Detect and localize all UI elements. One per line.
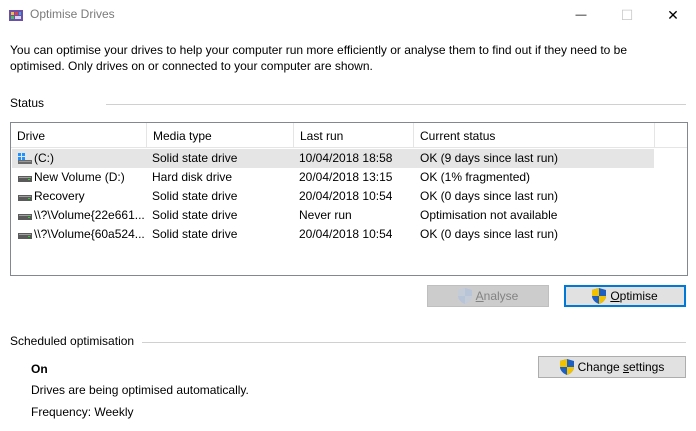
last-run: 10/04/2018 18:58 xyxy=(299,151,393,165)
scheduled-group-label: Scheduled optimisation xyxy=(10,334,135,348)
minimize-icon: — xyxy=(575,9,587,21)
column-header-drive[interactable]: Drive xyxy=(11,123,147,147)
system-drive-icon xyxy=(18,153,32,164)
drive-row-recovery[interactable]: Recovery Solid state drive 20/04/2018 10… xyxy=(12,187,654,206)
last-run: 20/04/2018 10:54 xyxy=(299,227,393,241)
last-run: 20/04/2018 13:15 xyxy=(299,170,393,184)
drive-name: \\?\Volume{60a524... xyxy=(34,227,145,241)
column-header-current-status[interactable]: Current status xyxy=(414,123,655,147)
drive-icon xyxy=(18,195,32,201)
schedule-frequency: Frequency: Weekly xyxy=(31,405,134,419)
media-type: Solid state drive xyxy=(152,189,238,203)
drive-name: New Volume (D:) xyxy=(34,170,125,184)
uac-shield-icon xyxy=(457,288,472,304)
change-settings-button[interactable]: Change settings xyxy=(538,356,686,378)
drives-list[interactable]: Drive Media type Last run Current status… xyxy=(10,122,688,276)
drive-row-c[interactable]: (C:) Solid state drive 10/04/2018 18:58 … xyxy=(12,149,654,168)
drive-row-volume-22e661[interactable]: \\?\Volume{22e661... Solid state drive N… xyxy=(12,206,654,225)
drive-name: Recovery xyxy=(34,189,85,203)
drive-icon xyxy=(18,176,32,182)
current-status: OK (9 days since last run) xyxy=(420,151,559,165)
drive-icon xyxy=(18,233,32,239)
defrag-app-icon xyxy=(9,10,23,21)
maximize-icon: ☐ xyxy=(620,6,634,23)
column-header-media-type[interactable]: Media type xyxy=(147,123,294,147)
maximize-button[interactable]: ☐ xyxy=(604,0,650,30)
drive-icon xyxy=(18,214,32,220)
analyse-label: Analyse xyxy=(475,289,519,303)
current-status: OK (0 days since last run) xyxy=(420,189,559,203)
media-type: Hard disk drive xyxy=(152,170,233,184)
drive-row-volume-60a524[interactable]: \\?\Volume{60a524... Solid state drive 2… xyxy=(12,225,654,244)
close-button[interactable]: ✕ xyxy=(650,0,696,30)
column-header-last-run[interactable]: Last run xyxy=(294,123,414,147)
last-run: Never run xyxy=(299,208,352,222)
status-group-label: Status xyxy=(10,96,45,110)
drives-list-header: Drive Media type Last run Current status xyxy=(11,123,687,148)
current-status: OK (0 days since last run) xyxy=(420,227,559,241)
minimize-button[interactable]: — xyxy=(558,0,604,30)
status-divider xyxy=(106,104,686,105)
current-status: OK (1% fragmented) xyxy=(420,170,531,184)
schedule-description: Drives are being optimised automatically… xyxy=(31,383,249,397)
media-type: Solid state drive xyxy=(152,151,238,165)
title-bar: Optimise Drives — ☐ ✕ xyxy=(0,0,696,30)
current-status: Optimisation not available xyxy=(420,208,558,222)
optimise-button[interactable]: Optimise xyxy=(564,285,686,307)
window-title: Optimise Drives xyxy=(30,7,115,21)
media-type: Solid state drive xyxy=(152,208,238,222)
media-type: Solid state drive xyxy=(152,227,238,241)
analyse-button[interactable]: Analyse xyxy=(427,285,549,307)
last-run: 20/04/2018 10:54 xyxy=(299,189,393,203)
schedule-state: On xyxy=(31,362,48,376)
close-icon: ✕ xyxy=(667,6,679,23)
intro-text: You can optimise your drives to help you… xyxy=(10,43,628,73)
optimise-label: Optimise xyxy=(610,289,658,303)
scheduled-divider xyxy=(142,342,686,343)
drive-row-d[interactable]: New Volume (D:) Hard disk drive 20/04/20… xyxy=(12,168,654,187)
uac-shield-icon xyxy=(592,288,607,304)
uac-shield-icon xyxy=(559,359,574,375)
drive-name: (C:) xyxy=(34,151,54,165)
drive-name: \\?\Volume{22e661... xyxy=(34,208,145,222)
change-settings-label: Change settings xyxy=(577,360,665,374)
